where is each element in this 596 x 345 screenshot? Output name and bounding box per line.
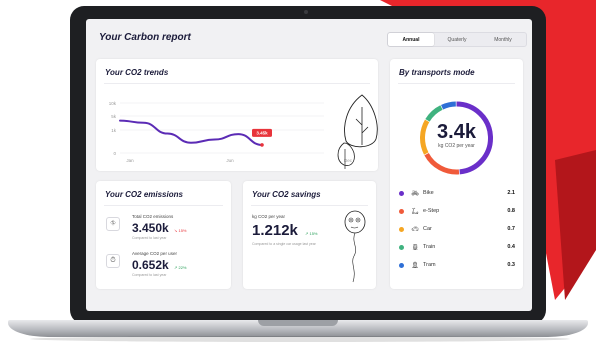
- dashboard-screen: Your Carbon report Annual Quaterly Month…: [86, 19, 532, 311]
- transport-total-unit: kg CO2 per year: [438, 143, 475, 149]
- donut-slice-train[interactable]: [425, 105, 443, 122]
- x-tick-label: Jan: [126, 158, 134, 163]
- train-icon: 🚆︎: [411, 244, 419, 251]
- transports-card: By transports mode 3.4k kg CO2 per year …: [390, 59, 523, 289]
- page-title: Your Carbon report: [99, 32, 191, 43]
- tram-icon: 🚊︎: [411, 262, 419, 269]
- emissions-card: Your CO2 emissions ⛗ Total CO2 emissions…: [96, 181, 231, 289]
- x-tick-label: Jun: [226, 158, 234, 163]
- mode-name: e-Step: [423, 208, 440, 214]
- divider: [104, 205, 223, 206]
- footprint-icon: ⛗: [106, 217, 120, 231]
- trends-card: Your CO2 trends 10k 5k 1k 0 Jan Jun Dec 3.45k: [96, 59, 378, 171]
- avg-emissions-delta: ↗ 22%: [174, 265, 187, 270]
- stage: Your Carbon report Annual Quaterly Month…: [0, 0, 596, 345]
- savings-value: 1.212k: [252, 222, 298, 239]
- y-tick-label: 1k: [111, 128, 117, 133]
- total-emissions-value: 3.450k: [132, 221, 169, 235]
- avg-emissions-value: 0.652k: [132, 258, 169, 272]
- tab-annual[interactable]: Annual: [388, 33, 434, 46]
- mode-name: Train: [423, 244, 436, 250]
- savings-note: Compared to a single car usage last year: [252, 242, 316, 246]
- legend-dot: [399, 262, 404, 268]
- avg-emissions-note: Compared to last year: [132, 273, 167, 277]
- emissions-title: Your CO2 emissions: [105, 190, 183, 199]
- mode-row-train: 🚆︎ Train 0.4: [399, 242, 515, 252]
- balloon-face-illustration: [344, 210, 366, 283]
- tree-illustration: [337, 94, 378, 169]
- avg-emissions-label: Average CO2 per user: [132, 251, 177, 256]
- mode-row-bike: 🚲︎ Bike 2.1: [399, 188, 515, 198]
- savings-delta: ↗ 15%: [305, 231, 318, 236]
- mode-value: 2.1: [507, 190, 515, 196]
- transports-title: By transports mode: [399, 68, 475, 77]
- mode-value: 0.4: [507, 244, 515, 250]
- legend-dot: [399, 244, 404, 250]
- total-emissions-label: Total CO2 emissions: [132, 214, 174, 219]
- trend-line: [119, 119, 263, 146]
- mode-row-car: 🚗︎ Car 0.7: [399, 224, 515, 234]
- savings-card: Your CO2 savings kg CO2 per year 1.212k …: [243, 181, 376, 289]
- savings-unit: kg CO2 per year: [252, 214, 286, 219]
- laptop-notch: [258, 320, 338, 326]
- mode-name: Car: [423, 226, 432, 232]
- mode-name: Bike: [423, 190, 434, 196]
- total-emissions-note: Compared to last year: [132, 236, 167, 240]
- period-selector[interactable]: Annual Quaterly Monthly: [387, 32, 527, 47]
- donut-slice-e-step[interactable]: [424, 152, 460, 175]
- trend-point[interactable]: [260, 143, 264, 147]
- legend-dot: [399, 208, 404, 214]
- y-tick-label: 0: [113, 151, 116, 156]
- mode-value: 0.8: [507, 208, 515, 214]
- mode-row-e-step: 🛴︎ e-Step 0.8: [399, 206, 515, 216]
- tab-quaterly[interactable]: Quaterly: [434, 33, 480, 46]
- webcam: [304, 10, 308, 14]
- transport-total-value: 3.4k: [437, 121, 476, 143]
- trend-tooltip-text: 3.45k: [256, 130, 268, 135]
- bike-icon: 🚲︎: [411, 190, 419, 197]
- divider: [251, 205, 368, 206]
- donut-slice-tram[interactable]: [441, 101, 456, 110]
- mode-name: Tram: [423, 262, 436, 268]
- mode-value: 0.3: [507, 262, 515, 268]
- mode-row-tram: 🚊︎ Tram 0.3: [399, 260, 515, 270]
- y-tick-label: 5k: [111, 114, 117, 119]
- legend-dot: [399, 226, 404, 232]
- total-emissions-delta: ↘ 15%: [174, 228, 187, 233]
- mode-value: 0.7: [507, 226, 515, 232]
- laptop-shadow: [30, 336, 570, 342]
- timer-icon: ⏱: [106, 254, 120, 268]
- scooter-icon: 🛴︎: [411, 208, 419, 215]
- savings-title: Your CO2 savings: [252, 190, 321, 199]
- tab-monthly[interactable]: Monthly: [480, 33, 526, 46]
- legend-dot: [399, 190, 404, 196]
- car-icon: 🚗︎: [411, 226, 419, 233]
- y-tick-label: 10k: [109, 101, 117, 106]
